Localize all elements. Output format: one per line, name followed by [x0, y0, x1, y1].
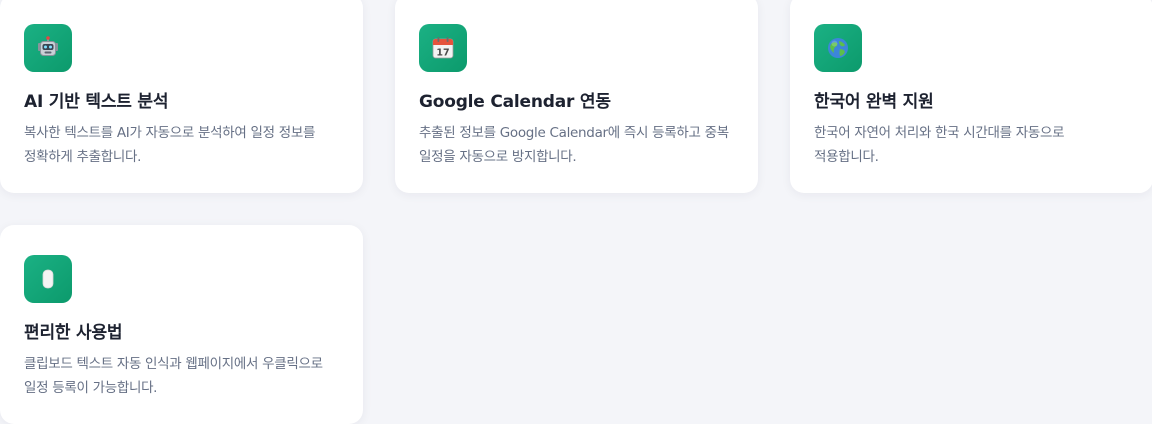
feature-card-ai-analysis: AI 기반 텍스트 분석 복사한 텍스트를 AI가 자동으로 분석하여 일정 정…: [0, 0, 363, 193]
feature-title: AI 기반 텍스트 분석: [24, 92, 169, 112]
mouse-icon: [42, 269, 54, 289]
feature-card-korean: 한국어 완벽 지원 한국어 자연어 처리와 한국 시간대를 자동으로 적용합니다…: [790, 0, 1152, 193]
calendar-icon: 17: [432, 37, 454, 59]
feature-title: 한국어 완벽 지원: [814, 92, 934, 112]
feature-icon-box: 17: [419, 24, 467, 72]
feature-icon-box: [24, 255, 72, 303]
feature-title: Google Calendar 연동: [419, 92, 611, 112]
feature-card-usability: 편리한 사용법 클립보드 텍스트 자동 인식과 웹페이지에서 우클릭으로 일정 …: [0, 225, 363, 424]
robot-icon: [38, 36, 58, 56]
feature-title: 편리한 사용법: [24, 323, 123, 343]
feature-icon-box: [24, 24, 72, 72]
feature-card-calendar: 17 Google Calendar 연동 추출된 정보를 Google Cal…: [395, 0, 758, 193]
globe-icon: [828, 38, 848, 58]
feature-description: 클립보드 텍스트 자동 인식과 웹페이지에서 우클릭으로 일정 등록이 가능합니…: [24, 356, 323, 396]
feature-description: 복사한 텍스트를 AI가 자동으로 분석하여 일정 정보를 정확하게 추출합니다…: [24, 125, 316, 165]
feature-description: 추출된 정보를 Google Calendar에 즉시 등록하고 중복 일정을 …: [419, 125, 729, 165]
feature-description: 한국어 자연어 처리와 한국 시간대를 자동으로 적용합니다.: [814, 125, 1065, 165]
features-grid: AI 기반 텍스트 분석 복사한 텍스트를 AI가 자동으로 분석하여 일정 정…: [0, 0, 1152, 424]
calendar-day-text: 17: [436, 48, 449, 59]
feature-icon-box: [814, 24, 862, 72]
